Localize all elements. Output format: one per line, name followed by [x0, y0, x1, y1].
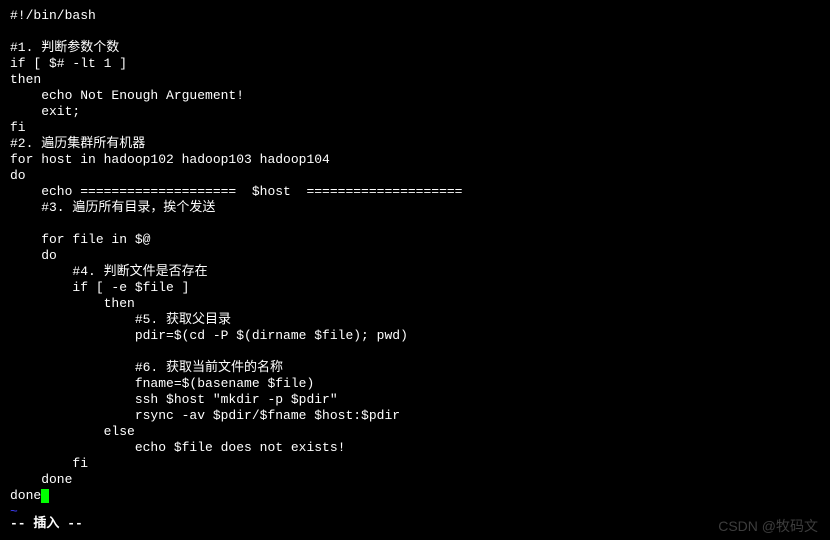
- code-line: #3. 遍历所有目录，挨个发送: [10, 200, 820, 216]
- code-line: if [ -e $file ]: [10, 280, 820, 296]
- code-line: fi: [10, 456, 820, 472]
- code-line: rsync -av $pdir/$fname $host:$pdir: [10, 408, 820, 424]
- code-line: #6. 获取当前文件的名称: [10, 360, 820, 376]
- code-line: for file in $@: [10, 232, 820, 248]
- code-line: #5. 获取父目录: [10, 312, 820, 328]
- code-line: [10, 216, 820, 232]
- code-line: #!/bin/bash: [10, 8, 820, 24]
- code-line: pdir=$(cd -P $(dirname $file); pwd): [10, 328, 820, 344]
- code-line: fname=$(basename $file): [10, 376, 820, 392]
- code-line: echo $file does not exists!: [10, 440, 820, 456]
- watermark-text: CSDN @牧码文: [718, 518, 818, 534]
- code-line: echo Not Enough Arguement!: [10, 88, 820, 104]
- vim-mode-status: -- 插入 --: [10, 516, 83, 532]
- code-line: [10, 24, 820, 40]
- code-line: exit;: [10, 104, 820, 120]
- code-line-with-cursor: done: [10, 488, 820, 504]
- code-line: do: [10, 168, 820, 184]
- code-line: [10, 344, 820, 360]
- cursor-icon: [41, 489, 49, 503]
- code-line: fi: [10, 120, 820, 136]
- code-line: echo ==================== $host ========…: [10, 184, 820, 200]
- code-line: #1. 判断参数个数: [10, 40, 820, 56]
- code-line: for host in hadoop102 hadoop103 hadoop10…: [10, 152, 820, 168]
- code-line: #2. 遍历集群所有机器: [10, 136, 820, 152]
- code-line: then: [10, 296, 820, 312]
- empty-line-tilde: ~: [10, 504, 820, 520]
- code-line: done: [10, 472, 820, 488]
- code-line: ssh $host "mkdir -p $pdir": [10, 392, 820, 408]
- code-line: do: [10, 248, 820, 264]
- code-line: else: [10, 424, 820, 440]
- code-line: if [ $# -lt 1 ]: [10, 56, 820, 72]
- terminal-editor[interactable]: #!/bin/bash #1. 判断参数个数 if [ $# -lt 1 ] t…: [10, 8, 820, 520]
- code-line: then: [10, 72, 820, 88]
- code-line: #4. 判断文件是否存在: [10, 264, 820, 280]
